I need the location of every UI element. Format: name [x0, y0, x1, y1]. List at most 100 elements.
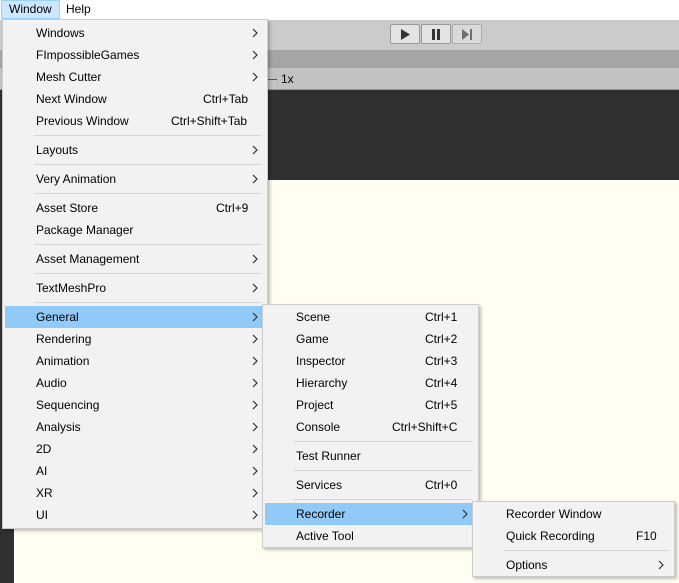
- menu-item-label: General: [36, 310, 79, 324]
- menu-item-shortcut: Ctrl+3: [425, 354, 458, 368]
- general-submenu: Scene Ctrl+1 Game Ctrl+2 Inspector Ctrl+…: [262, 304, 479, 548]
- menu-item-label: Recorder: [296, 507, 346, 521]
- menu-item-shortcut: Ctrl+2: [425, 332, 458, 346]
- menu-separator: [34, 164, 261, 165]
- menu-separator: [294, 499, 473, 500]
- menu-item-sequencing[interactable]: Sequencing: [5, 394, 265, 416]
- menu-item-label: Inspector: [296, 354, 346, 368]
- menu-item-windows[interactable]: Windows: [5, 22, 265, 44]
- menu-item-scene[interactable]: Scene Ctrl+1: [265, 306, 476, 328]
- playback-controls: [390, 24, 483, 46]
- play-button[interactable]: [390, 24, 420, 44]
- menu-separator: [34, 302, 261, 303]
- menu-item-services[interactable]: Services Ctrl+0: [265, 474, 476, 496]
- chevron-right-icon: [252, 28, 258, 38]
- menu-item-ui[interactable]: UI: [5, 504, 265, 526]
- menu-separator: [294, 470, 473, 471]
- chevron-right-icon: [252, 145, 258, 155]
- menu-item-project[interactable]: Project Ctrl+5: [265, 394, 476, 416]
- menu-item-active-tool[interactable]: Active Tool: [265, 525, 476, 547]
- menu-item-animation[interactable]: Animation: [5, 350, 265, 372]
- menu-item-shortcut: Ctrl+Shift+C: [392, 420, 458, 434]
- menu-item-shortcut: Ctrl+9: [216, 201, 249, 215]
- menu-item-label: Hierarchy: [296, 376, 348, 390]
- chevron-right-icon: [252, 444, 258, 454]
- menu-item-console[interactable]: Console Ctrl+Shift+C: [265, 416, 476, 438]
- chevron-right-icon: [658, 560, 664, 570]
- menu-separator: [34, 244, 261, 245]
- step-icon: [462, 28, 472, 40]
- chevron-right-icon: [252, 356, 258, 366]
- menu-item-label: Scene: [296, 310, 331, 324]
- menu-item-label: TextMeshPro: [36, 281, 107, 295]
- menu-item-shortcut: Ctrl+4: [425, 376, 458, 390]
- menu-item-previous-window[interactable]: Previous Window Ctrl+Shift+Tab: [5, 110, 265, 132]
- menu-item-fimpossiblegames[interactable]: FImpossibleGames: [5, 44, 265, 66]
- menu-item-label: Quick Recording: [506, 529, 595, 543]
- menu-item-label: Audio: [36, 376, 67, 390]
- menu-item-quick-recording[interactable]: Quick Recording F10: [475, 525, 672, 547]
- menu-item-game[interactable]: Game Ctrl+2: [265, 328, 476, 350]
- chevron-right-icon: [252, 334, 258, 344]
- menu-item-ai[interactable]: AI: [5, 460, 265, 482]
- menu-item-general[interactable]: General: [5, 306, 265, 328]
- chevron-right-icon: [252, 378, 258, 388]
- chevron-right-icon: [252, 400, 258, 410]
- menu-item-label: Asset Management: [36, 252, 140, 266]
- menu-item-rendering[interactable]: Rendering: [5, 328, 265, 350]
- menu-item-label: Asset Store: [36, 201, 99, 215]
- menu-item-recorder-window[interactable]: Recorder Window: [475, 503, 672, 525]
- menu-item-label: Test Runner: [296, 449, 361, 463]
- menu-item-next-window[interactable]: Next Window Ctrl+Tab: [5, 88, 265, 110]
- menu-separator: [34, 193, 261, 194]
- menu-item-label: 2D: [36, 442, 52, 456]
- menubar-help[interactable]: Help: [59, 0, 98, 19]
- menu-item-textmeshpro[interactable]: TextMeshPro: [5, 277, 265, 299]
- menu-item-asset-management[interactable]: Asset Management: [5, 248, 265, 270]
- menu-item-label: Analysis: [36, 420, 81, 434]
- chevron-right-icon: [252, 312, 258, 322]
- menu-separator: [34, 273, 261, 274]
- menu-item-label: Mesh Cutter: [36, 70, 102, 84]
- menu-item-recorder[interactable]: Recorder: [265, 503, 476, 525]
- menu-separator: [294, 441, 473, 442]
- menu-item-label: Sequencing: [36, 398, 100, 412]
- menu-item-audio[interactable]: Audio: [5, 372, 265, 394]
- menu-item-package-manager[interactable]: Package Manager: [5, 219, 265, 241]
- menu-item-label: Previous Window: [36, 114, 129, 128]
- menu-item-label: Rendering: [36, 332, 92, 346]
- menu-item-inspector[interactable]: Inspector Ctrl+3: [265, 350, 476, 372]
- menu-item-layouts[interactable]: Layouts: [5, 139, 265, 161]
- menu-item-label: Animation: [36, 354, 90, 368]
- menu-item-label: Project: [296, 398, 334, 412]
- menu-item-hierarchy[interactable]: Hierarchy Ctrl+4: [265, 372, 476, 394]
- zoom-label: 1x: [281, 72, 294, 86]
- menu-item-label: Windows: [36, 26, 85, 40]
- menubar: Window Help: [0, 0, 679, 20]
- menu-item-options[interactable]: Options: [475, 554, 672, 576]
- recorder-submenu: Recorder Window Quick Recording F10 Opti…: [472, 501, 675, 577]
- menu-item-test-runner[interactable]: Test Runner: [265, 445, 476, 467]
- menu-item-asset-store[interactable]: Asset Store Ctrl+9: [5, 197, 265, 219]
- chevron-right-icon: [252, 422, 258, 432]
- menu-item-analysis[interactable]: Analysis: [5, 416, 265, 438]
- menu-item-label: Active Tool: [296, 529, 354, 543]
- menu-item-label: Very Animation: [36, 172, 117, 186]
- menu-item-label: AI: [36, 464, 48, 478]
- chevron-right-icon: [462, 509, 468, 519]
- menu-item-very-animation[interactable]: Very Animation: [5, 168, 265, 190]
- step-button[interactable]: [452, 24, 482, 44]
- chevron-right-icon: [252, 50, 258, 60]
- menu-item-mesh-cutter[interactable]: Mesh Cutter: [5, 66, 265, 88]
- chevron-right-icon: [252, 283, 258, 293]
- chevron-right-icon: [252, 466, 258, 476]
- pause-button[interactable]: [421, 24, 451, 44]
- menu-item-xr[interactable]: XR: [5, 482, 265, 504]
- menu-item-label: Next Window: [36, 92, 107, 106]
- menu-item-label: Package Manager: [36, 223, 134, 237]
- menu-item-shortcut: Ctrl+Tab: [203, 92, 249, 106]
- menu-item-2d[interactable]: 2D: [5, 438, 265, 460]
- menubar-window[interactable]: Window: [1, 0, 60, 19]
- menu-item-shortcut: F10: [636, 529, 657, 543]
- menu-item-label: Game: [296, 332, 329, 346]
